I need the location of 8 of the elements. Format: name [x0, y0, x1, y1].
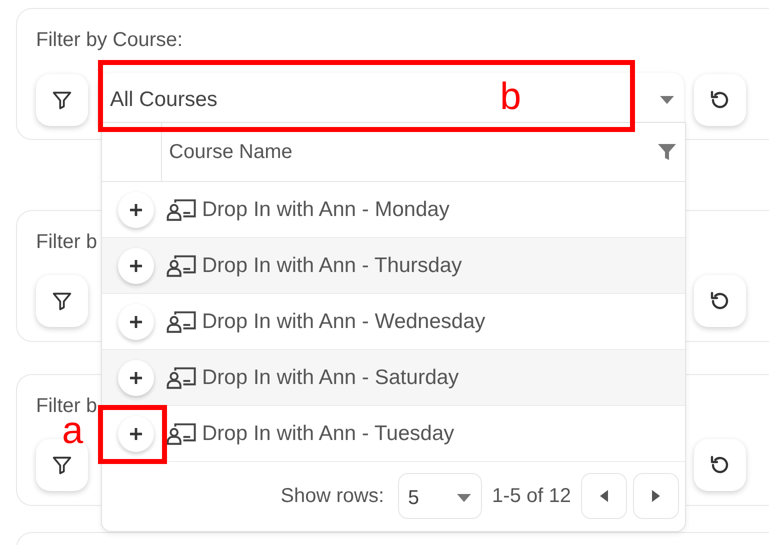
rows-value: 5 [408, 486, 420, 510]
column-header: Course Name [169, 140, 292, 164]
rows-label: Show rows: [280, 484, 384, 508]
annotation-label: b [500, 78, 522, 116]
filter-label: Filter by Course: [36, 29, 184, 53]
select-value: All Courses [110, 88, 218, 112]
page-range: 1-5 of 12 [492, 484, 571, 508]
filter-label: Filter b [36, 231, 98, 255]
